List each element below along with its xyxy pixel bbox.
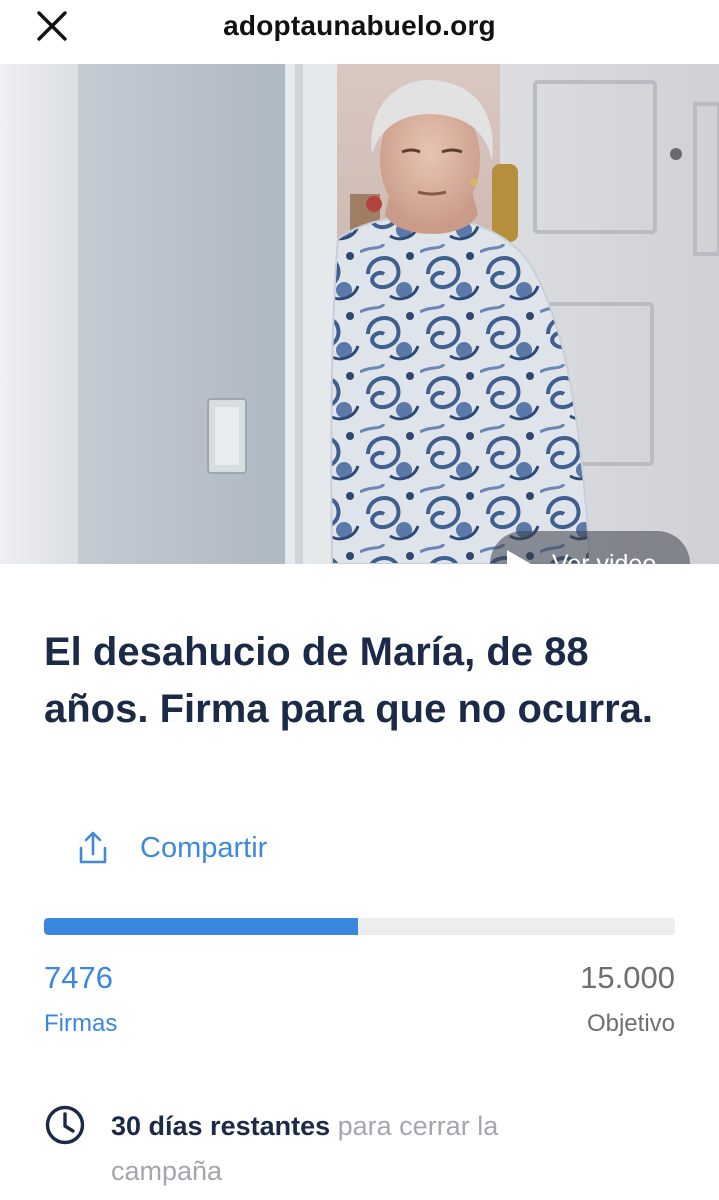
days-remaining: 30 días restantes [111,1111,331,1141]
campaign-remaining: 30 días restantes para cerrar la campaña [111,1104,581,1194]
signature-goal-label: Objetivo [586,1010,675,1037]
share-icon [79,831,107,864]
clock-icon [45,1105,85,1145]
signature-progress-bar [44,918,675,935]
signature-progress-fill [44,918,359,935]
hero-image: Ver video [0,64,719,564]
hero-photo [0,64,719,564]
share-label: Compartir [140,831,268,864]
share-button[interactable]: Compartir [78,826,267,870]
watch-video-label: Ver video [552,549,657,565]
signature-goal: 15.000 [580,960,675,995]
watch-video-button[interactable]: Ver video [490,531,690,564]
petition-title: El desahucio de María, de 88 años. Firma… [44,630,654,731]
signature-count-label: Firmas [44,1010,118,1037]
top-bar: adoptaunabuelo.org [0,0,719,64]
site-domain: adoptaunabuelo.org [223,10,496,41]
signature-count: 7476 [44,960,113,995]
play-icon [507,550,531,564]
